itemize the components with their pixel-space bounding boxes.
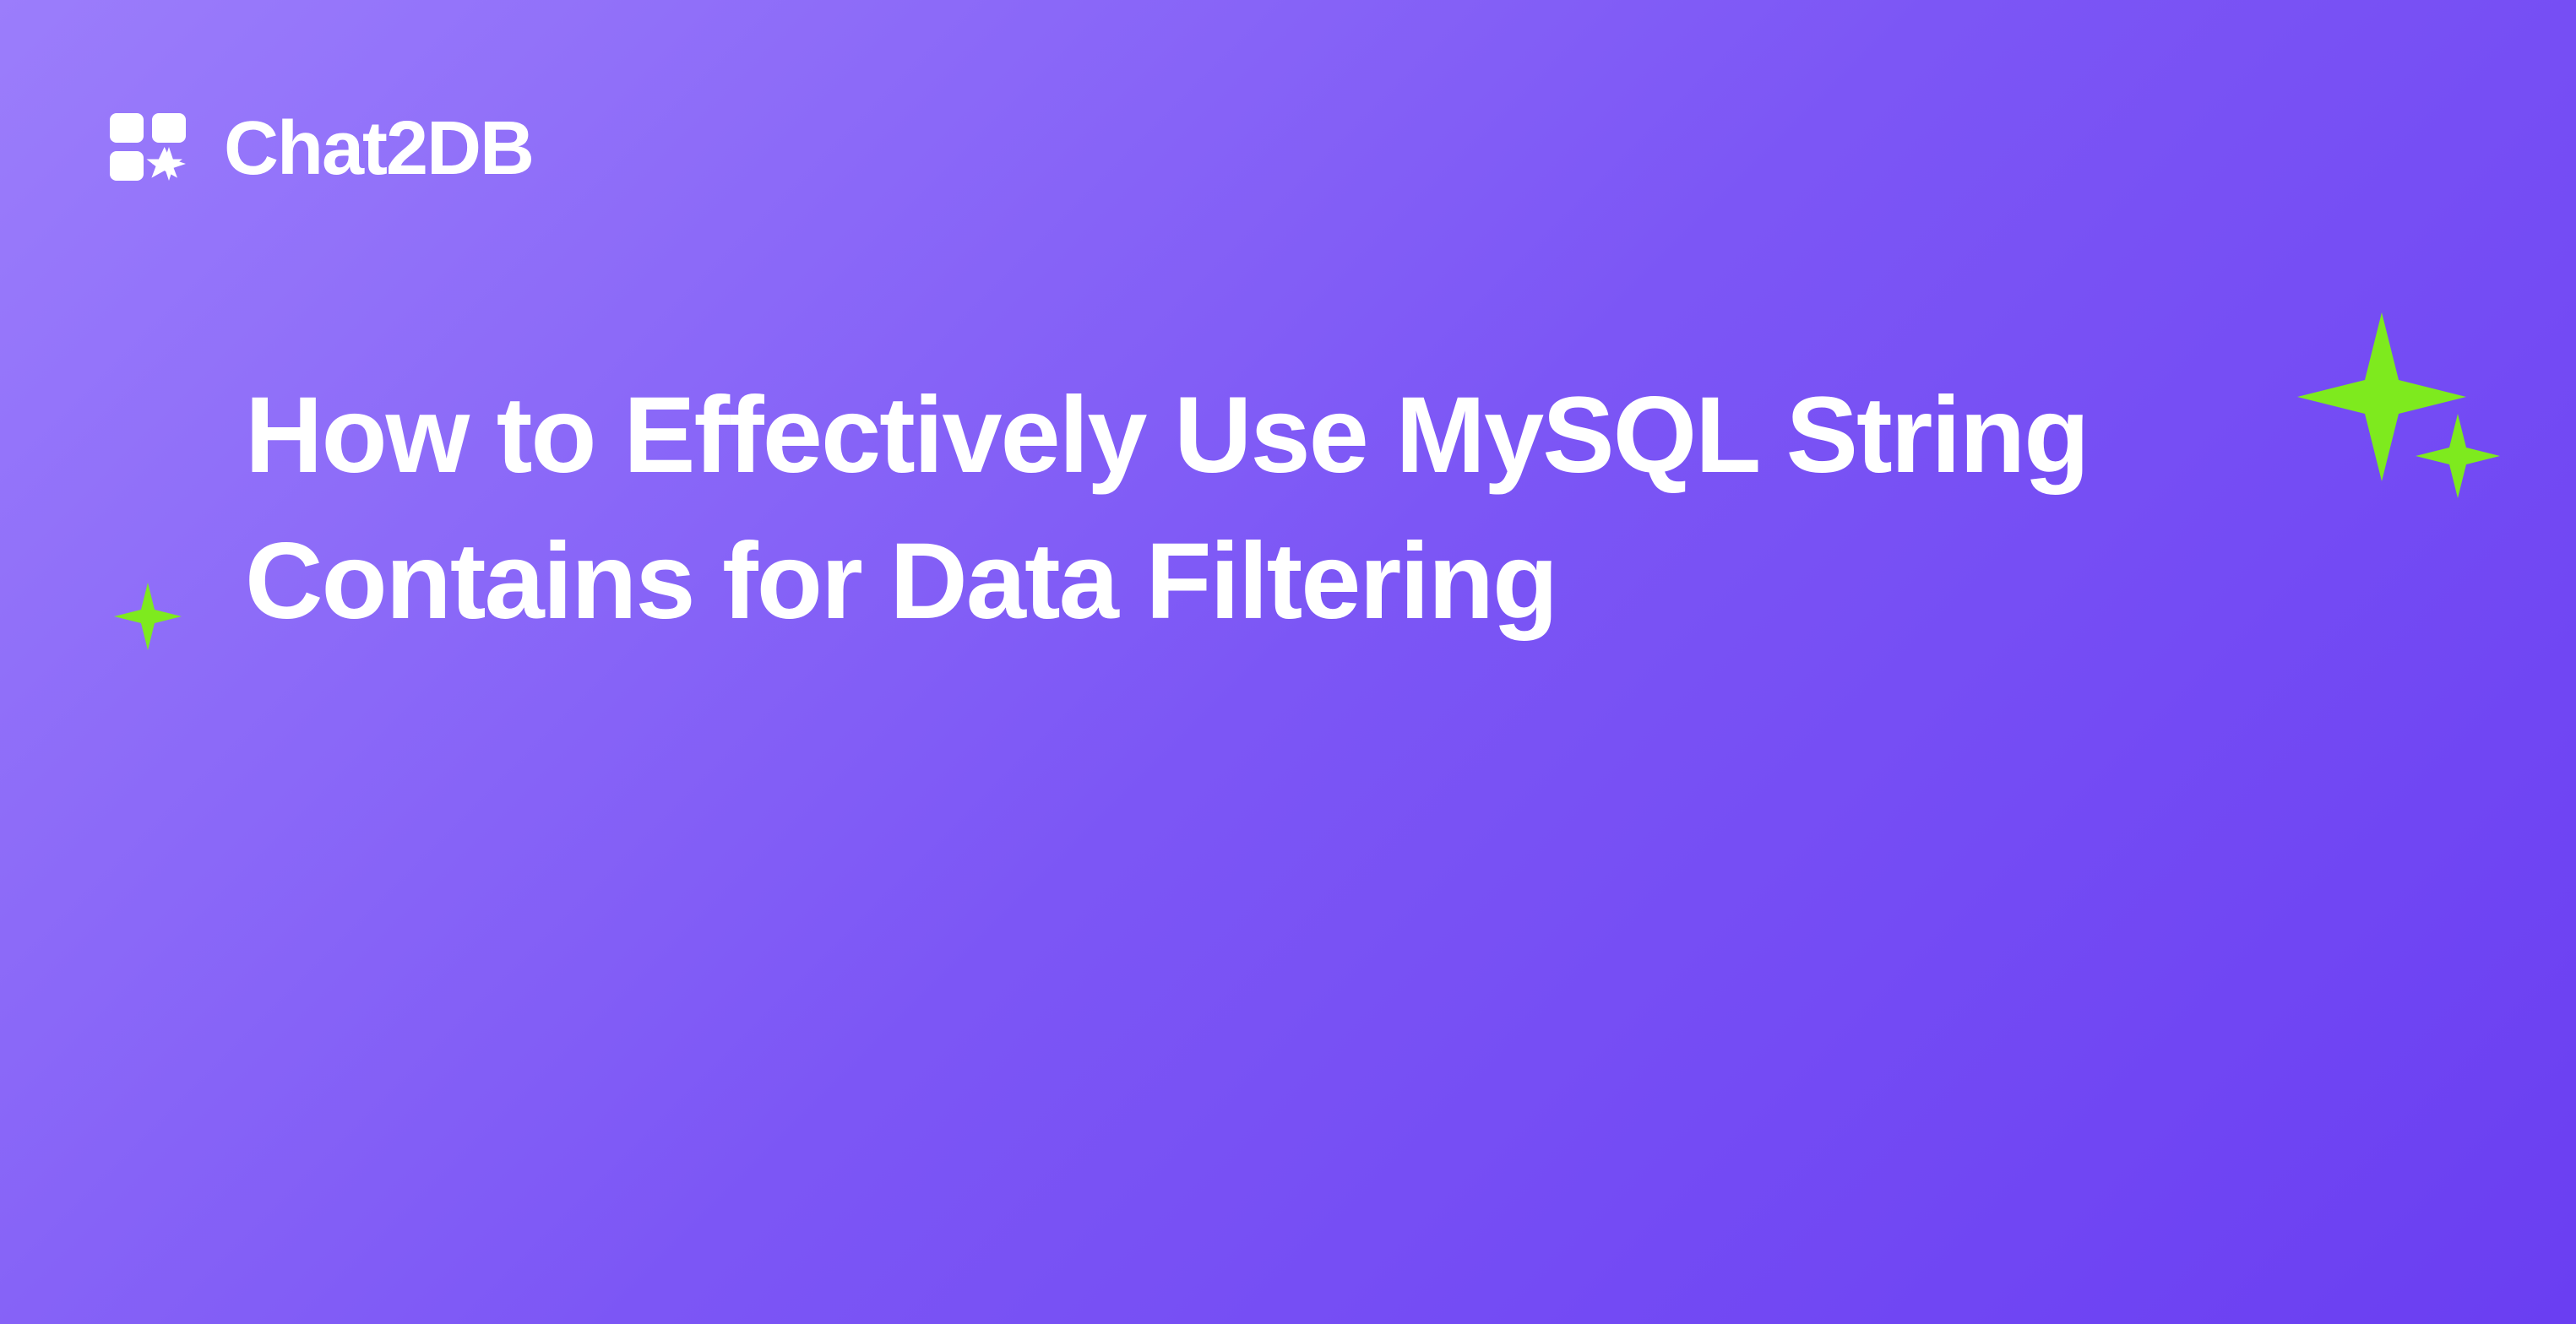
brand-logo: Chat2DB: [110, 106, 533, 193]
logo-text: Chat2DB: [224, 106, 533, 193]
page-title: How to Effectively Use MySQL String Cont…: [245, 363, 2103, 655]
sparkle-icon: [2416, 414, 2500, 498]
logo-icon: [110, 113, 203, 185]
sparkle-icon: [114, 583, 182, 650]
